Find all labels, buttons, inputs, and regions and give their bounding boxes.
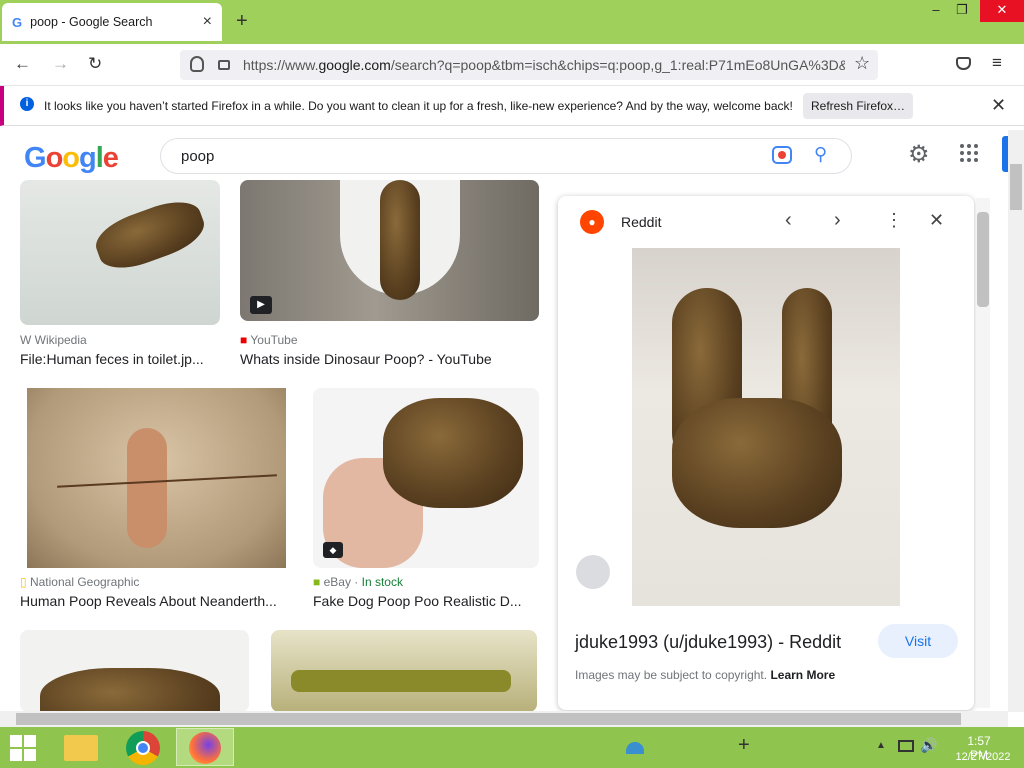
visit-button[interactable]: Visit (878, 624, 958, 658)
reddit-icon: ● (580, 210, 604, 234)
network-icon[interactable] (898, 740, 914, 752)
result-title-4[interactable]: Fake Dog Poop Poo Realistic D... (313, 593, 539, 609)
result-source-2: ■ YouTube (240, 333, 298, 347)
result-source-3: ▯ National Geographic (20, 575, 140, 589)
pocket-icon[interactable] (956, 57, 971, 70)
bookmark-star-icon[interactable]: ☆ (854, 53, 870, 74)
shield-icon[interactable] (190, 56, 204, 72)
clock-date[interactable]: 12/27/2022 (950, 751, 1016, 763)
vertical-scrollbar[interactable] (1008, 130, 1024, 712)
preview-image[interactable] (632, 248, 900, 606)
back-icon[interactable]: ← (14, 54, 31, 74)
search-icon[interactable]: ⚲ (814, 144, 827, 165)
browser-tab[interactable]: G poop - Google Search × (2, 3, 222, 41)
tab-title: poop - Google Search (30, 15, 153, 29)
close-window-button[interactable]: ✕ (980, 0, 1024, 22)
url-text[interactable]: https://www.google.com/search?q=poop&tbm… (243, 57, 845, 73)
panel-site-name[interactable]: Reddit (621, 214, 661, 230)
gear-icon[interactable]: ⚙ (908, 140, 930, 169)
notification-close-icon[interactable]: ✕ (991, 95, 1006, 116)
previous-icon[interactable]: ‹ (785, 209, 792, 232)
result-image-2[interactable]: ▶ (240, 180, 539, 321)
more-options-icon[interactable]: ⋮ (885, 210, 903, 231)
lens-search-icon[interactable] (576, 555, 610, 589)
file-explorer-icon[interactable] (64, 735, 98, 761)
result-image-6[interactable] (271, 630, 537, 712)
volume-icon[interactable]: 🔊 (920, 737, 937, 754)
google-favicon-icon: G (12, 14, 23, 30)
learn-more-link[interactable]: Learn More (770, 668, 835, 682)
forward-icon[interactable]: → (52, 54, 69, 74)
horizontal-scrollbar[interactable] (0, 711, 1008, 727)
panel-scrollbar[interactable] (976, 198, 990, 708)
result-title-3[interactable]: Human Poop Reveals About Neanderth... (20, 593, 286, 609)
info-icon: i (20, 97, 34, 111)
result-source-1: W Wikipedia (20, 333, 87, 347)
result-image-1[interactable] (20, 180, 220, 325)
chrome-icon[interactable] (126, 731, 160, 765)
add-icon[interactable]: + (738, 734, 750, 757)
minimize-button[interactable]: – (922, 0, 950, 22)
firefox-icon (189, 732, 221, 764)
weather-icon[interactable] (626, 742, 644, 754)
google-logo[interactable]: Google (24, 142, 119, 175)
firefox-taskbar-button[interactable] (176, 728, 234, 766)
play-icon: ▶ (250, 296, 272, 314)
tag-icon: ◆ (323, 542, 343, 558)
lock-icon[interactable] (218, 60, 230, 70)
next-icon[interactable]: › (834, 209, 841, 232)
maximize-button[interactable]: ❐ (948, 0, 976, 22)
start-button[interactable] (10, 735, 38, 761)
tab-close-icon[interactable]: × (203, 13, 212, 31)
copyright-note: Images may be subject to copyright. Lear… (575, 668, 836, 682)
notification-text: It looks like you haven’t started Firefo… (44, 99, 793, 113)
search-box[interactable] (160, 138, 852, 174)
new-tab-button[interactable]: + (236, 10, 248, 33)
apps-grid-icon[interactable] (960, 144, 978, 162)
result-title-1[interactable]: File:Human feces in toilet.jp... (20, 351, 220, 367)
result-source-4: ■ eBay · In stock (313, 575, 403, 589)
panel-title[interactable]: jduke1993 (u/jduke1993) - Reddit (575, 632, 841, 653)
tray-arrow-icon[interactable]: ▲ (876, 740, 886, 751)
panel-close-icon[interactable]: ✕ (929, 210, 944, 231)
search-input[interactable]: poop (181, 148, 214, 165)
result-image-5[interactable] (20, 630, 249, 712)
lens-icon[interactable] (772, 146, 792, 164)
result-image-4[interactable]: ◆ (313, 388, 539, 568)
result-title-2[interactable]: Whats inside Dinosaur Poop? - YouTube (240, 351, 539, 367)
reload-icon[interactable]: ↻ (88, 54, 102, 74)
result-image-3[interactable] (27, 388, 286, 568)
menu-icon[interactable]: ≡ (992, 53, 1002, 73)
refresh-firefox-button[interactable]: Refresh Firefox… (803, 93, 913, 119)
